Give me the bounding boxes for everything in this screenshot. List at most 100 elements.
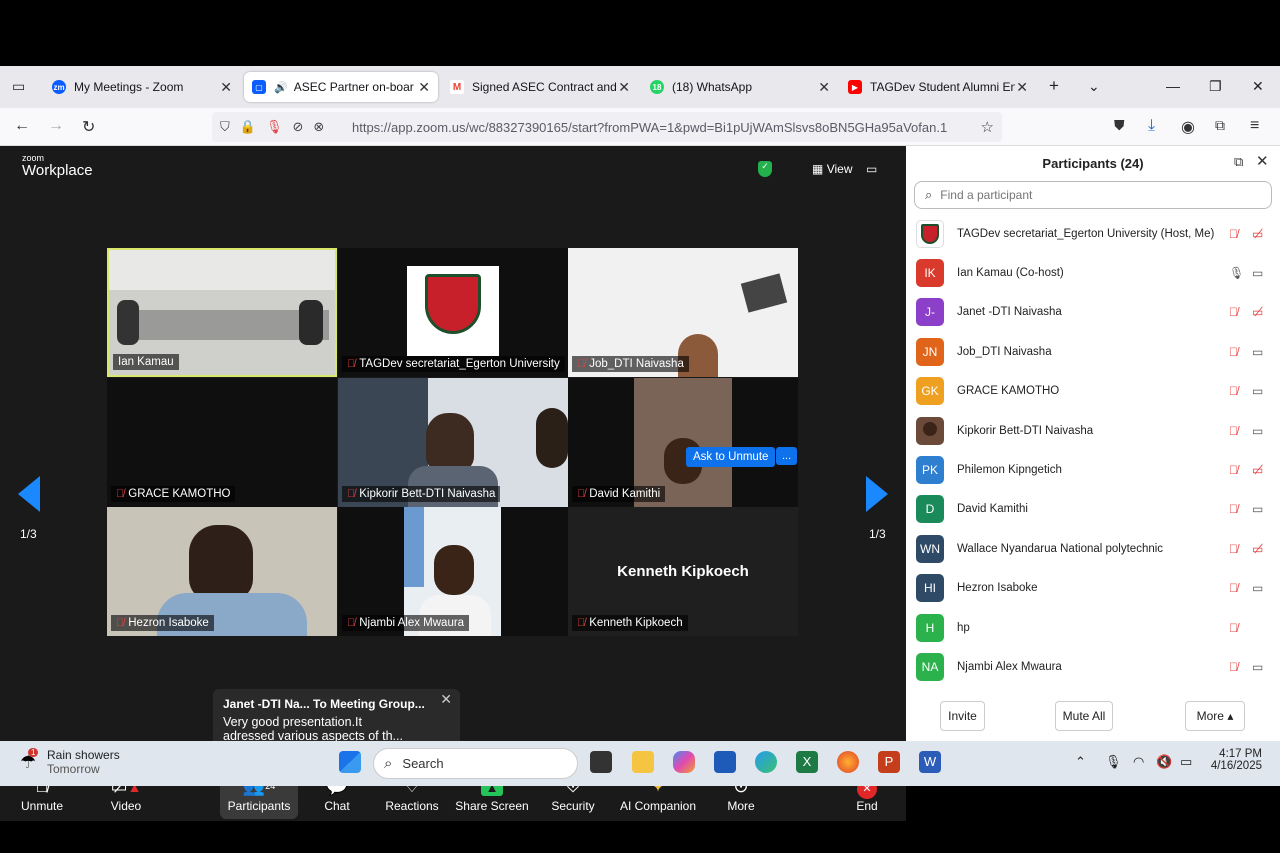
powerpoint-icon[interactable]: P [878,751,900,773]
video-tile-ian-kamau[interactable]: Ian Kamau [107,248,337,377]
minimize-icon[interactable]: — [1166,78,1180,94]
mute-all-button[interactable]: Mute All [1055,701,1113,731]
participant-row[interactable]: J- Janet -DTI Naivasha 🎙̸ ▭̸ [906,293,1280,332]
tab-whatsapp[interactable]: 18 (18) WhatsApp ✕ [642,72,838,102]
previous-page-arrow[interactable] [18,476,40,512]
video-tile-job-dti[interactable]: 🎙̸ Job_DTI Naivasha [568,248,798,377]
close-icon[interactable]: ✕ [220,79,232,96]
new-tab-icon[interactable]: + [1049,76,1059,96]
download-icon[interactable]: ⤓ [1148,117,1155,135]
participant-row[interactable]: PK Philemon Kipngetich 🎙̸ ▭̸ [906,450,1280,489]
video-tile-kipkorir-bett[interactable]: 🎙̸ Kipkorir Bett-DTI Naivasha [338,378,568,507]
forward-icon[interactable]: → [48,117,64,135]
close-icon[interactable]: ✕ [1256,152,1269,170]
pocket-icon[interactable]: ⛊ [1114,117,1125,134]
mic-muted-icon[interactable]: 🎙̸ [1229,345,1238,359]
microphone-icon[interactable]: 🎙 [1105,754,1122,770]
next-page-arrow[interactable] [866,476,888,512]
video-tile-kenneth-kipkoech[interactable]: Kenneth Kipkoech 🎙̸ Kenneth Kipkoech [568,507,798,636]
more-options-button[interactable]: More ▴ [1185,701,1245,731]
participant-row[interactable]: Kipkorir Bett-DTI Naivasha 🎙̸ ▭ [906,411,1280,450]
bookmark-star-icon[interactable]: ☆ [981,118,994,136]
edge-icon[interactable] [755,751,777,773]
layout-icon[interactable]: ▭ [866,162,877,176]
close-icon[interactable]: ✕ [618,79,630,96]
camera-icon[interactable]: ▭ [1252,266,1263,280]
mic-muted-icon[interactable]: 🎙̸ [1229,463,1238,477]
video-tile-david-kamithi[interactable]: 🎙̸ David Kamithi [568,378,798,507]
video-tile-hezron-isaboke[interactable]: 🎙̸ Hezron Isaboke [107,507,337,636]
video-tile-grace-kamotho[interactable]: 🎙̸ GRACE KAMOTHO [107,378,337,507]
autoplay-blocked-icon[interactable]: ⊗ [313,119,324,135]
menu-icon[interactable]: ≡ [1250,117,1259,135]
mic-muted-icon[interactable]: 🎙̸ [1229,621,1238,635]
camera-icon[interactable]: ▭ [1252,581,1263,595]
participant-row[interactable]: HI Hezron Isaboke 🎙̸ ▭ [906,569,1280,608]
mic-muted-icon[interactable]: 🎙̸ [1229,581,1238,595]
close-window-icon[interactable]: ✕ [1252,78,1264,95]
file-explorer-icon[interactable] [632,751,654,773]
camera-off-icon[interactable]: ▭̸ [1252,227,1263,241]
tab-asec-partner[interactable]: ▢ 🔊 ASEC Partner on-boarding ✕ [244,72,438,102]
view-button[interactable]: ▦ View [812,162,852,176]
mic-muted-icon[interactable]: 🎙̸ [1229,305,1238,319]
camera-icon[interactable]: ▭ [1252,660,1263,674]
participant-row[interactable]: NA Njambi Alex Mwaura 🎙̸ ▭ [906,647,1280,686]
tab-my-meetings[interactable]: zm My Meetings - Zoom ✕ [44,72,240,102]
mic-muted-icon[interactable]: 🎙̸ [1229,542,1238,556]
excel-icon[interactable]: X [796,751,818,773]
camera-off-icon[interactable]: ▭̸ [1252,542,1263,556]
weather-widget[interactable]: ☂ 1 Rain showers Tomorrow [20,748,120,776]
chevron-up-icon[interactable]: ⌃ [1075,754,1086,770]
participant-row[interactable]: GK GRACE KAMOTHO 🎙̸ ▭ [906,372,1280,411]
encryption-shield-icon[interactable]: ✓ [758,161,772,177]
task-view-icon[interactable] [590,751,612,773]
video-tile-njambi-alex[interactable]: 🎙̸ Njambi Alex Mwaura [338,507,568,636]
tab-tagdev-alumni[interactable]: ▶ TAGDev Student Alumni Enter ✕ [840,72,1036,102]
microphone-icon[interactable]: 🎙 [266,119,283,135]
participant-row[interactable]: IK Ian Kamau (Co-host) 🎙 ▭ [906,253,1280,292]
camera-icon[interactable]: ▭ [1252,345,1263,359]
video-tile-tagdev-secretariat[interactable]: 🎙̸ TAGDev secretariat_Egerton University [338,248,568,377]
invite-button[interactable]: Invite [940,701,985,731]
participant-row[interactable]: JN Job_DTI Naivasha 🎙̸ ▭ [906,332,1280,371]
store-icon[interactable] [714,751,736,773]
url-bar[interactable]: ⛉ 🔒 🎙 ⊘ ⊗ https://app.zoom.us/wc/8832739… [212,112,1002,142]
participant-row[interactable]: Hhp 🎙̸ [906,608,1280,647]
extensions-icon[interactable]: ⧉ [1215,117,1225,134]
mic-muted-icon[interactable]: 🎙̸ [1229,384,1238,398]
tile-more-options-button[interactable]: ... [776,447,798,465]
participant-search-box[interactable]: ⌕ [914,181,1272,209]
participant-search-input[interactable] [940,188,1241,202]
ask-to-unmute-button[interactable]: Ask to Unmute [686,447,776,467]
url-text[interactable]: https://app.zoom.us/wc/88327390165/start… [352,120,947,135]
restore-icon[interactable]: ❐ [1209,78,1222,95]
battery-icon[interactable]: ▭ [1180,754,1192,770]
chevron-down-icon[interactable]: ⌄ [1088,78,1100,95]
tab-signed-contract[interactable]: M Signed ASEC Contract and Inv ✕ [442,72,638,102]
word-icon[interactable]: W [919,751,941,773]
participant-row[interactable]: TAGDev secretariat_Egerton University (H… [906,214,1280,253]
account-icon[interactable]: ◉ [1181,117,1195,137]
wifi-icon[interactable]: ◠ [1133,754,1144,770]
shield-outline-icon[interactable]: ⛉ [220,119,230,135]
mic-muted-icon[interactable]: 🎙̸ [1229,227,1238,241]
windows-start-icon[interactable] [339,751,361,773]
firefox-icon[interactable] [837,751,859,773]
participant-row[interactable]: D David Kamithi 🎙̸ ▭ [906,490,1280,529]
mic-icon[interactable]: 🎙 [1229,266,1244,280]
taskbar-search[interactable]: ⌕ Search [373,748,578,779]
close-icon[interactable]: ✕ [818,79,830,96]
reload-icon[interactable]: ↻ [82,117,95,137]
close-icon[interactable]: ✕ [1016,79,1028,96]
camera-icon[interactable]: ▭ [1252,424,1263,438]
camera-icon[interactable]: ▭ [1252,384,1263,398]
mic-muted-icon[interactable]: 🎙̸ [1229,502,1238,516]
mic-muted-icon[interactable]: 🎙̸ [1229,660,1238,674]
camera-icon[interactable]: ▭ [1252,502,1263,516]
copilot-icon[interactable] [673,751,695,773]
popout-icon[interactable]: ⧉ [1234,154,1243,170]
system-clock[interactable]: 4:17 PM 4/16/2025 [1204,748,1262,772]
back-icon[interactable]: ← [14,117,30,135]
participant-row[interactable]: WN Wallace Nyandarua National polytechnic… [906,529,1280,568]
